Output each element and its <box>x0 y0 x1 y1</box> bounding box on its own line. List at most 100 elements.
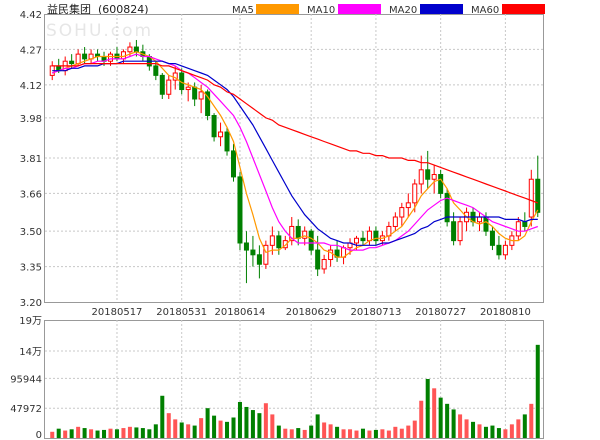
date-axis-labels: 20180517 20180531 20180614 20180629 20180713… <box>92 307 531 318</box>
volume-bar <box>309 425 314 438</box>
volume-bar <box>173 419 178 438</box>
candle-body <box>457 221 463 242</box>
volume-bar <box>335 426 340 438</box>
price-y-tick-label: 3.35 <box>20 263 42 274</box>
volume-bar <box>302 429 307 438</box>
candle-body <box>315 249 321 270</box>
volume-bar <box>237 401 242 438</box>
candle-body <box>353 237 360 244</box>
price-grid <box>45 14 543 302</box>
price-y-tick-label: 3.66 <box>20 189 42 200</box>
candle-body <box>127 46 133 53</box>
candle-body <box>431 174 437 180</box>
candle-body <box>522 221 528 227</box>
candle-body <box>166 79 172 95</box>
volume-bar <box>483 426 488 438</box>
volume-bar <box>386 430 391 438</box>
volume-y-tick-label: 19万 <box>19 316 42 327</box>
candle-body <box>192 86 198 100</box>
candle-body <box>392 216 398 227</box>
legend-ma10-swatch <box>338 4 381 14</box>
volume-bar <box>56 428 61 438</box>
volume-bar <box>121 428 126 438</box>
candle-body <box>483 216 489 232</box>
volume-bar <box>529 403 534 438</box>
price-y-tick-label: 3.98 <box>20 114 42 125</box>
volume-bar <box>315 414 320 438</box>
volume-bar <box>503 429 508 438</box>
candle-body <box>269 235 275 246</box>
volume-bar <box>153 424 158 438</box>
volume-bar <box>373 429 378 438</box>
volume-bar <box>496 428 501 438</box>
volume-bar <box>445 403 450 438</box>
volume-bar <box>114 429 119 438</box>
volume-bar <box>231 417 236 438</box>
candle-body <box>302 230 308 239</box>
moving-average-lines <box>51 51 539 258</box>
date-label: 20180517 <box>92 307 143 318</box>
volume-y-tick-label: 47972 <box>10 404 42 415</box>
candle-body <box>218 131 224 138</box>
price-y-tick-label: 3.50 <box>20 227 42 238</box>
volume-bar <box>63 430 68 438</box>
candle-body <box>243 242 249 251</box>
volume-bar <box>225 421 230 438</box>
candle-body <box>366 230 372 242</box>
volume-y-tick-label: 0 <box>36 430 42 440</box>
candle-body <box>250 249 256 256</box>
volume-bar <box>140 428 145 438</box>
candle-body <box>489 230 495 246</box>
candle-body <box>211 115 217 138</box>
volume-bar <box>283 428 288 438</box>
volume-bar <box>458 414 463 438</box>
volume-bar <box>50 431 55 438</box>
price-y-tick-label: 4.42 <box>20 10 42 21</box>
stock-name: 益民集团 <box>47 2 91 16</box>
volume-bar <box>160 395 165 438</box>
legend-ma5-swatch <box>256 4 299 14</box>
volume-bar <box>477 424 482 438</box>
candle-body <box>256 254 262 265</box>
volume-bar <box>451 409 456 438</box>
volume-bar <box>471 421 476 438</box>
volume-bar <box>522 414 527 438</box>
candle-body <box>476 216 483 223</box>
volume-y-ticks: 19万 14万 95944 47972 0 <box>10 316 42 440</box>
volume-bar <box>257 413 262 438</box>
volume-bar <box>212 415 217 438</box>
volume-bar <box>399 428 404 438</box>
volume-bar <box>250 410 255 438</box>
candle-body <box>237 176 243 244</box>
volume-bar <box>393 426 398 438</box>
candle-body <box>133 46 139 53</box>
volume-bar <box>127 426 132 438</box>
stock-chart: 益民集团 (600824) MA5 MA10 MA20 MA60 SOHU.co… <box>10 2 545 440</box>
volume-bar <box>102 429 107 438</box>
volume-bar <box>82 428 87 438</box>
volume-bar <box>179 422 184 438</box>
volume-bar <box>438 397 443 438</box>
volume-bar <box>322 422 327 438</box>
volume-bar <box>134 427 139 438</box>
candle-body <box>224 131 230 152</box>
candle-body <box>438 174 444 194</box>
legend-ma20-swatch <box>420 4 463 14</box>
candle-body <box>502 244 508 256</box>
volume-bar <box>380 429 385 438</box>
date-label: 20180629 <box>286 307 337 318</box>
volume-bar <box>535 344 540 438</box>
volume-bar <box>218 420 223 438</box>
volume-bar <box>199 418 204 438</box>
volume-bar <box>354 430 359 438</box>
volume-bar <box>244 406 249 438</box>
watermark: SOHU.com <box>46 21 153 41</box>
candle-body <box>308 230 314 251</box>
date-label: 20180614 <box>215 307 266 318</box>
volume-bar <box>166 413 171 438</box>
volume-bar <box>406 425 411 438</box>
volume-bar <box>270 414 275 438</box>
date-label: 20180531 <box>156 307 207 318</box>
candle-body <box>451 221 457 242</box>
candle-body <box>185 86 191 91</box>
